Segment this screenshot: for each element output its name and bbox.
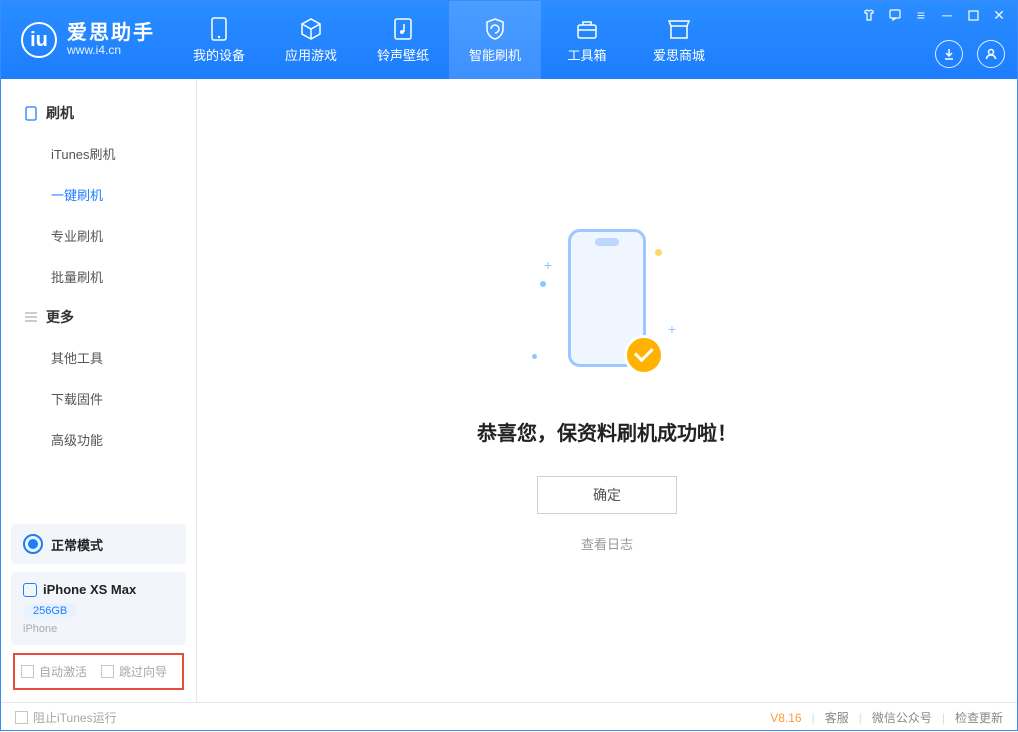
checkbox-skip-guide[interactable]: 跳过向导 [101,663,167,680]
menu-icon[interactable]: ≡ [913,7,929,23]
mode-icon [23,534,43,554]
checkbox-icon [101,665,114,678]
main-content: ++ 恭喜您，保资料刷机成功啦！ 确定 查看日志 [197,79,1017,702]
logo-icon: iu [21,22,57,58]
tab-label: 应用游戏 [285,45,337,64]
tab-my-device[interactable]: 我的设备 [173,1,265,79]
app-logo: iu 爱思助手 www.i4.cn [1,1,173,79]
check-icon [624,335,664,375]
phone-small-icon [23,583,37,597]
list-icon [23,310,38,325]
tab-store[interactable]: 爱思商城 [633,1,725,79]
device-type: iPhone [23,623,174,635]
options-row: 自动激活 跳过向导 [13,653,184,690]
checkbox-label: 自动激活 [39,663,87,680]
close-button[interactable]: ✕ [991,7,1007,23]
refresh-shield-icon [483,17,507,41]
success-illustration: ++ [532,229,682,389]
sidebar: 刷机 iTunes刷机 一键刷机 专业刷机 批量刷机 更多 其他工具 下载固件 … [1,79,197,702]
window-controls: ≡ ─ ✕ [861,7,1007,23]
phone-small-icon [23,106,38,121]
tab-ringtones[interactable]: 铃声壁纸 [357,1,449,79]
checkbox-label: 跳过向导 [119,663,167,680]
sidebar-item-advanced[interactable]: 高级功能 [1,419,196,460]
user-icon [984,47,998,61]
success-message: 恭喜您，保资料刷机成功啦！ [477,417,737,446]
maximize-button[interactable] [965,7,981,23]
app-name: 爱思助手 [67,22,155,44]
sidebar-group-flash: 刷机 [1,93,196,133]
group-label: 更多 [46,307,74,327]
support-link[interactable]: 客服 [825,709,849,726]
toolbox-icon [575,17,599,41]
checkbox-icon [15,711,28,724]
view-log-link[interactable]: 查看日志 [581,534,633,553]
storage-badge: 256GB [23,603,77,619]
tab-label: 铃声壁纸 [377,45,429,64]
checkbox-label: 阻止iTunes运行 [33,709,117,726]
sidebar-item-download-firmware[interactable]: 下载固件 [1,378,196,419]
wechat-link[interactable]: 微信公众号 [872,709,932,726]
confirm-button[interactable]: 确定 [537,476,677,514]
device-footer: 正常模式 iPhone XS Max 256GB iPhone 自动激活 跳过向… [1,514,196,702]
checkbox-block-itunes[interactable]: 阻止iTunes运行 [15,709,117,726]
update-link[interactable]: 检查更新 [955,709,1003,726]
device-mode: 正常模式 [51,535,103,554]
sidebar-group-more: 更多 [1,297,196,337]
header-bar: iu 爱思助手 www.i4.cn 我的设备 应用游戏 铃声壁纸 智能刷机 工具… [1,1,1017,79]
sidebar-item-itunes-flash[interactable]: iTunes刷机 [1,133,196,174]
device-name-text: iPhone XS Max [43,582,136,597]
footer-bar: 阻止iTunes运行 V8.16 | 客服 | 微信公众号 | 检查更新 [1,702,1017,732]
tab-toolbox[interactable]: 工具箱 [541,1,633,79]
checkbox-auto-activate[interactable]: 自动激活 [21,663,87,680]
tab-smart-flash[interactable]: 智能刷机 [449,1,541,79]
sidebar-item-onekey-flash[interactable]: 一键刷机 [1,174,196,215]
device-info-card[interactable]: iPhone XS Max 256GB iPhone [11,572,186,645]
store-icon [667,17,691,41]
tab-label: 我的设备 [193,45,245,64]
phone-icon [207,17,231,41]
download-icon [942,47,956,61]
feedback-icon[interactable] [887,7,903,23]
download-button[interactable] [935,40,963,68]
group-label: 刷机 [46,103,74,123]
sidebar-item-other-tools[interactable]: 其他工具 [1,337,196,378]
shirt-icon[interactable] [861,7,877,23]
minimize-button[interactable]: ─ [939,7,955,23]
sidebar-item-pro-flash[interactable]: 专业刷机 [1,215,196,256]
tab-apps-games[interactable]: 应用游戏 [265,1,357,79]
main-tabs: 我的设备 应用游戏 铃声壁纸 智能刷机 工具箱 爱思商城 [173,1,725,79]
version-text: V8.16 [770,711,801,725]
tab-label: 爱思商城 [653,45,705,64]
tab-label: 工具箱 [567,45,606,64]
music-file-icon [391,17,415,41]
checkbox-icon [21,665,34,678]
sidebar-item-batch-flash[interactable]: 批量刷机 [1,256,196,297]
app-url: www.i4.cn [67,44,155,57]
cube-icon [299,17,323,41]
tab-label: 智能刷机 [469,45,521,64]
device-mode-card[interactable]: 正常模式 [11,524,186,564]
user-button[interactable] [977,40,1005,68]
